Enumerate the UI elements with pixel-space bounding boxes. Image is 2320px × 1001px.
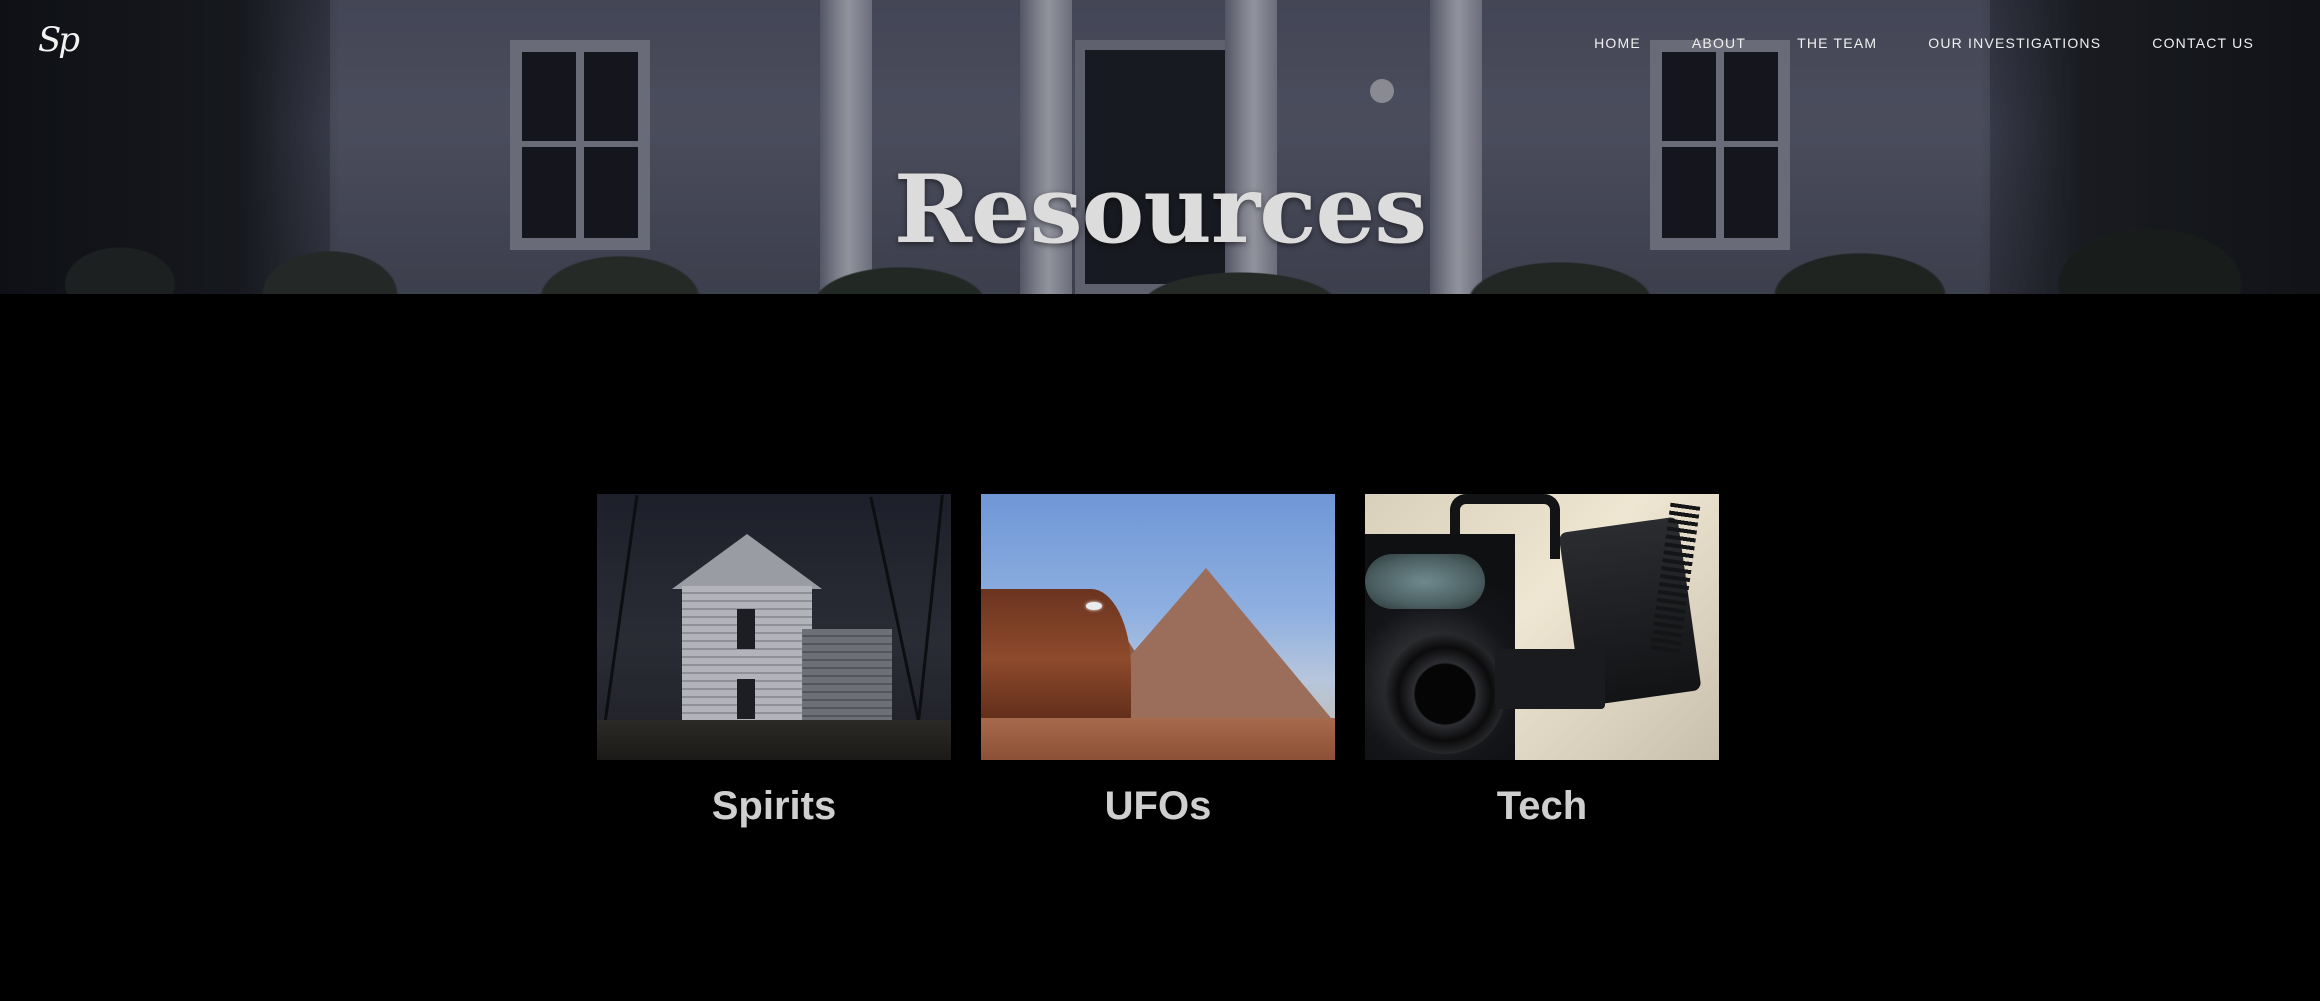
site-logo[interactable]: Sp <box>38 20 80 60</box>
camera-lens <box>1385 634 1505 754</box>
microphone-icon <box>1365 554 1485 609</box>
house-roof <box>672 534 822 589</box>
rock-formation <box>981 589 1131 729</box>
nav-item-contact-us[interactable]: CONTACT US <box>2152 35 2254 51</box>
nav-item-home[interactable]: HOME <box>1594 35 1641 51</box>
camera-housing <box>1495 649 1605 709</box>
nav-item-the-team[interactable]: THE TEAM <box>1797 35 1877 51</box>
main-nav: HOME ABOUT THE TEAM OUR INVESTIGATIONS C… <box>1594 35 2254 51</box>
card-title[interactable]: Spirits <box>597 784 951 829</box>
card-ufos[interactable]: UFOs <box>981 494 1335 829</box>
resource-cards: Spirits UFOs Tech <box>597 494 1719 829</box>
decorative-dot <box>1370 79 1394 103</box>
desert-ground <box>981 718 1335 760</box>
card-title[interactable]: UFOs <box>981 784 1335 829</box>
card-tech[interactable]: Tech <box>1365 494 1719 829</box>
grass <box>597 720 951 760</box>
house-window <box>737 609 755 649</box>
house-shape <box>662 534 892 749</box>
hero-banner: Sp HOME ABOUT THE TEAM OUR INVESTIGATION… <box>0 0 2320 294</box>
card-spirits[interactable]: Spirits <box>597 494 951 829</box>
haunted-house-image[interactable] <box>597 494 951 760</box>
video-camera-image[interactable] <box>1365 494 1719 760</box>
desert-ufo-image[interactable] <box>981 494 1335 760</box>
page-title: Resources <box>893 154 1427 265</box>
house-window <box>737 679 755 719</box>
card-title[interactable]: Tech <box>1365 784 1719 829</box>
nav-item-our-investigations[interactable]: OUR INVESTIGATIONS <box>1928 35 2101 51</box>
ufo-icon <box>1086 602 1102 610</box>
nav-item-about[interactable]: ABOUT <box>1692 35 1746 51</box>
